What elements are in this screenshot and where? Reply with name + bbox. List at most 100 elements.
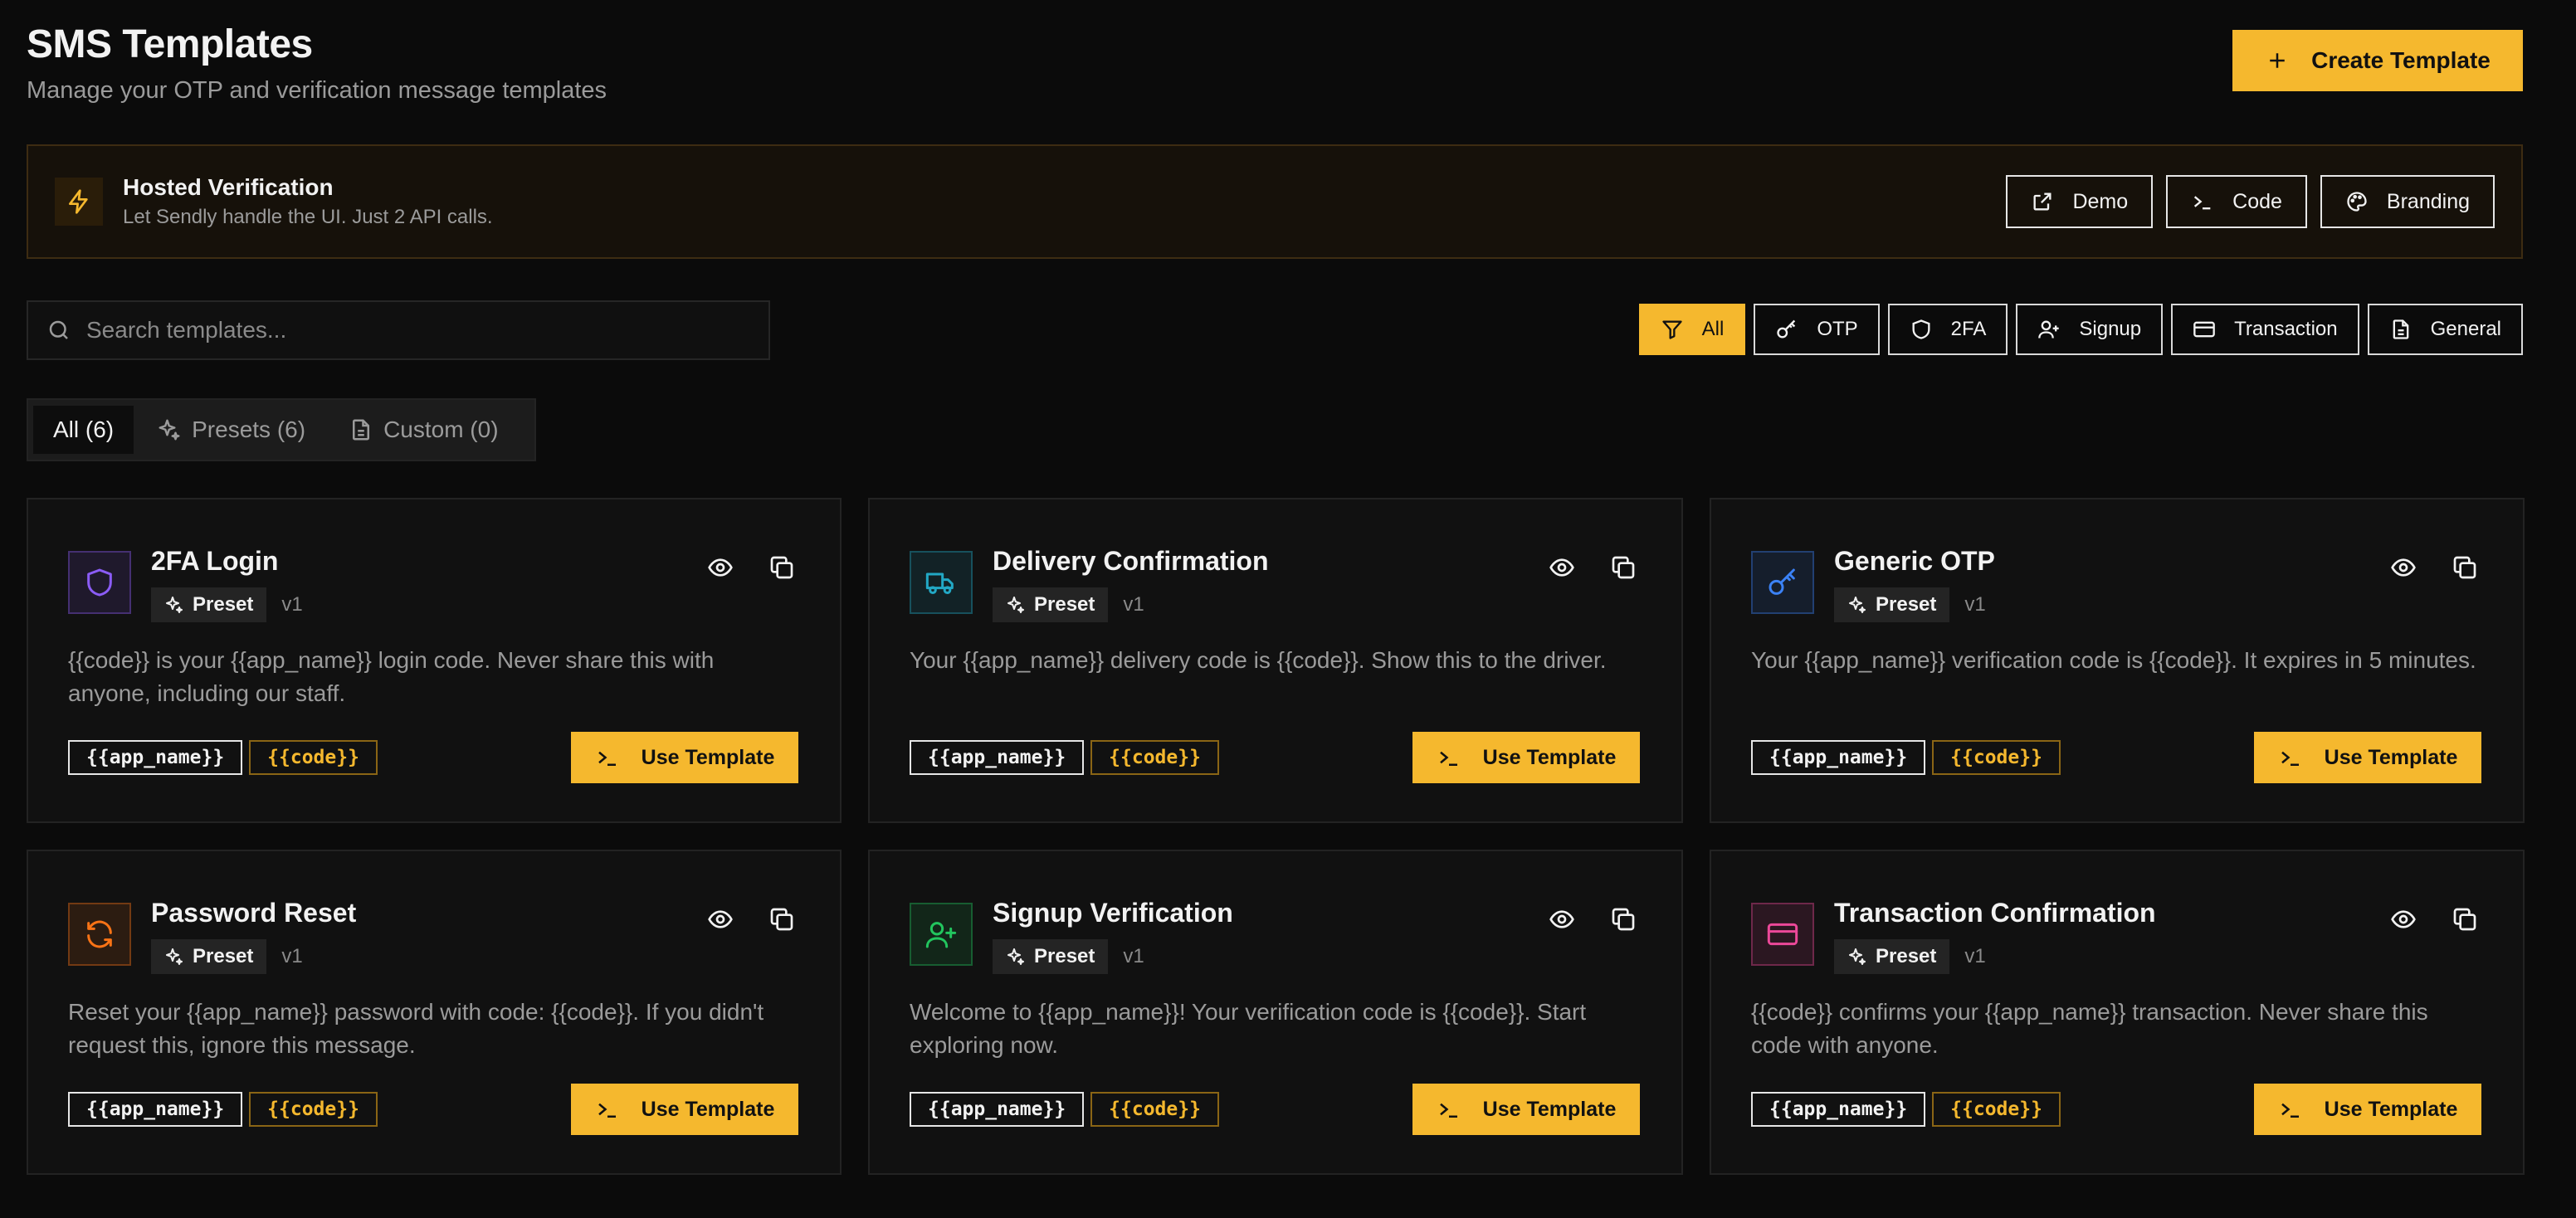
preset-badge-label: Preset	[1034, 945, 1095, 967]
variable-code: {{code}}	[249, 740, 378, 775]
use-template-button[interactable]: Use Template	[571, 732, 798, 783]
eye-icon	[1549, 558, 1574, 577]
eye-icon	[1549, 910, 1574, 928]
code-button[interactable]: Code	[2166, 175, 2307, 228]
copy-button[interactable]	[1608, 904, 1638, 934]
eye-icon	[708, 558, 733, 577]
terminal-icon	[1439, 751, 1457, 766]
template-card-2: Delivery Confirmation Preset v1 Your {{a…	[868, 498, 1683, 823]
use-template-button[interactable]: Use Template	[2254, 732, 2481, 783]
template-card-3: Generic OTP Preset v1 Your {{app_name}} …	[1710, 498, 2525, 823]
sparkles-icon	[1849, 948, 1866, 965]
copy-icon	[770, 556, 793, 579]
preview-button[interactable]	[705, 904, 735, 934]
terminal-icon	[598, 1103, 616, 1118]
tab-custom[interactable]: Custom (0)	[329, 406, 518, 454]
copy-icon	[1612, 908, 1635, 931]
search-box[interactable]	[27, 300, 770, 360]
variable-code: {{code}}	[1932, 740, 2061, 775]
preset-badge: Preset	[151, 939, 267, 974]
copy-button[interactable]	[2450, 904, 2480, 934]
user-plus-icon	[925, 922, 957, 948]
page-header: SMS Templates Manage your OTP and verifi…	[27, 22, 2523, 104]
preview-button[interactable]	[2388, 904, 2418, 934]
filter-transaction-label: Transaction	[2234, 318, 2338, 340]
copy-button[interactable]	[767, 553, 797, 582]
category-filters: All OTP 2FA Signup Transaction General	[1638, 304, 2523, 355]
use-template-label: Use Template	[641, 745, 775, 769]
preset-badge-label: Preset	[1876, 593, 1937, 616]
card-icon-box	[910, 903, 973, 966]
terminal-icon	[598, 751, 616, 766]
preset-badge: Preset	[1834, 939, 1950, 974]
use-template-button[interactable]: Use Template	[571, 1084, 798, 1135]
search-icon	[49, 320, 68, 339]
card-name: Signup Verification	[993, 898, 1233, 928]
card-variables: {{app_name}} {{code}}	[910, 1092, 1219, 1127]
lightning-icon	[69, 189, 88, 214]
filter-all[interactable]: All	[1638, 304, 1746, 355]
sparkles-icon	[166, 948, 183, 965]
sparkles-icon	[1849, 597, 1866, 613]
template-card-5: Signup Verification Preset v1 Welcome to…	[868, 850, 1683, 1175]
key-icon	[1777, 319, 1796, 339]
filter-transaction[interactable]: Transaction	[2171, 304, 2359, 355]
preview-button[interactable]	[2388, 553, 2418, 582]
preview-button[interactable]	[705, 553, 735, 582]
card-version: v1	[1123, 593, 1144, 616]
branding-label: Branding	[2386, 189, 2470, 213]
use-template-button[interactable]: Use Template	[1412, 732, 1640, 783]
use-template-button[interactable]: Use Template	[1412, 1084, 1640, 1135]
card-name: Password Reset	[151, 898, 357, 928]
card-icon-box	[910, 551, 973, 614]
terminal-icon	[2281, 1103, 2299, 1118]
variable-code: {{code}}	[1090, 740, 1219, 775]
filter-general[interactable]: General	[2367, 304, 2523, 355]
filter-icon	[1661, 320, 1682, 339]
preset-badge-label: Preset	[1876, 945, 1937, 967]
preset-badge: Preset	[993, 587, 1109, 622]
card-name: Transaction Confirmation	[1834, 898, 2156, 928]
variable-app-name: {{app_name}}	[910, 740, 1085, 775]
palette-icon	[2347, 192, 2367, 212]
use-template-label: Use Template	[2324, 745, 2458, 769]
branding-button[interactable]: Branding	[2320, 175, 2495, 228]
card-message: Welcome to {{app_name}}! Your verificati…	[910, 999, 1587, 1058]
search-input[interactable]	[86, 317, 750, 343]
code-label: Code	[2232, 189, 2282, 213]
create-template-button[interactable]: Create Template	[2232, 30, 2523, 91]
demo-button[interactable]: Demo	[2006, 175, 2154, 228]
copy-icon	[2453, 556, 2476, 579]
filter-otp[interactable]: OTP	[1754, 304, 1880, 355]
variable-app-name: {{app_name}}	[68, 1092, 243, 1127]
card-version: v1	[281, 945, 303, 967]
tab-presets[interactable]: Presets (6)	[137, 406, 325, 454]
tab-custom-label: Custom (0)	[383, 417, 499, 442]
tab-all[interactable]: All (6)	[33, 406, 134, 454]
copy-button[interactable]	[767, 904, 797, 934]
eye-icon	[708, 910, 733, 928]
sparkles-icon	[159, 419, 180, 441]
filter-otp-label: OTP	[1817, 318, 1858, 340]
hosted-verification-banner: Hosted Verification Let Sendly handle th…	[27, 144, 2523, 259]
banner-subtitle: Let Sendly handle the UI. Just 2 API cal…	[123, 206, 493, 228]
card-icon-box	[68, 551, 131, 614]
file-text-icon	[2393, 319, 2408, 339]
filter-2fa-label: 2FA	[1950, 318, 1987, 340]
template-card-1: 2FA Login Preset v1 {{code}} is your {{a…	[27, 498, 842, 823]
preview-button[interactable]	[1547, 553, 1577, 582]
copy-icon	[1612, 556, 1635, 579]
filter-2fa[interactable]: 2FA	[1887, 304, 2008, 355]
copy-button[interactable]	[2450, 553, 2480, 582]
preview-button[interactable]	[1547, 904, 1577, 934]
use-template-label: Use Template	[641, 1097, 775, 1121]
copy-button[interactable]	[1608, 553, 1638, 582]
preset-badge-label: Preset	[193, 945, 254, 967]
filter-signup[interactable]: Signup	[2016, 304, 2164, 355]
card-icon-box	[1751, 551, 1814, 614]
template-card-4: Password Reset Preset v1 Reset your {{ap…	[27, 850, 842, 1175]
card-name: Delivery Confirmation	[993, 546, 1269, 576]
truck-icon	[925, 572, 954, 594]
use-template-button[interactable]: Use Template	[2254, 1084, 2481, 1135]
demo-label: Demo	[2072, 189, 2129, 213]
